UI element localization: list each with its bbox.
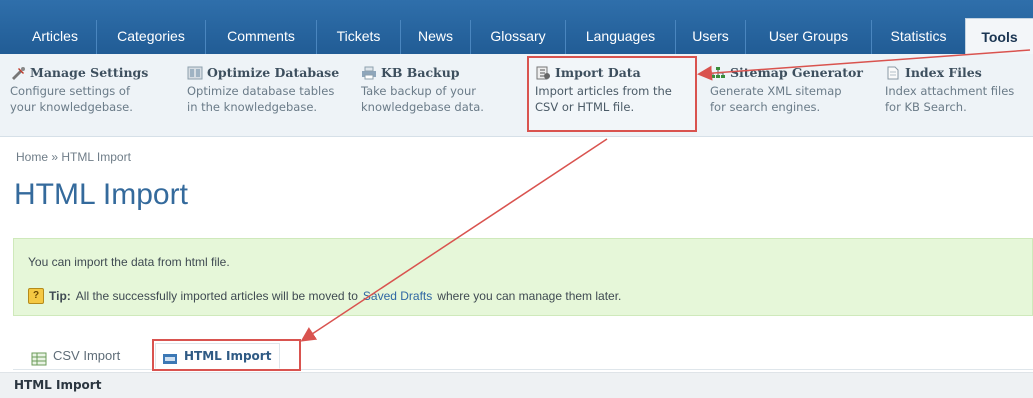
tool-optimize-database[interactable]: Optimize Database Optimize database tabl… xyxy=(187,65,339,115)
tab-statistics[interactable]: Statistics xyxy=(871,20,965,54)
tool-title: Import Data xyxy=(555,65,641,80)
tab-languages[interactable]: Languages xyxy=(565,20,675,54)
tab-news[interactable]: News xyxy=(400,20,470,54)
tool-desc-line2: for KB Search. xyxy=(885,100,967,114)
tool-desc-line1: Index attachment files xyxy=(885,84,1015,98)
sitemap-icon xyxy=(710,66,726,80)
tool-sitemap-generator[interactable]: Sitemap Generator Generate XML sitemap f… xyxy=(710,65,863,115)
breadcrumb[interactable]: Home » HTML Import xyxy=(16,150,131,164)
tools-subbar xyxy=(0,54,1033,137)
file-icon xyxy=(885,66,901,80)
tool-desc-line1: Configure settings of xyxy=(10,84,130,98)
help-icon: ? xyxy=(28,288,44,304)
top-nav: Articles Categories Comments Tickets New… xyxy=(0,0,1033,54)
tab-tickets[interactable]: Tickets xyxy=(316,20,400,54)
html-import-highlight xyxy=(152,339,301,371)
tool-desc-line1: Take backup of your xyxy=(361,84,476,98)
tool-title: KB Backup xyxy=(381,65,460,80)
tool-desc-line1: Import articles from the xyxy=(535,84,672,98)
section-header: HTML Import xyxy=(0,372,1033,398)
tab-csv-import[interactable]: CSV Import xyxy=(25,343,128,369)
page-title: HTML Import xyxy=(14,178,188,211)
tool-desc-line2: in the knowledgebase. xyxy=(187,100,318,114)
tab-articles[interactable]: Articles xyxy=(14,20,96,54)
import-icon xyxy=(535,66,551,80)
tip-text-after: where you can manage them later. xyxy=(437,289,622,303)
tool-desc-line2: knowledgebase data. xyxy=(361,100,484,114)
tab-user-groups[interactable]: User Groups xyxy=(745,20,871,54)
tool-title: Manage Settings xyxy=(30,65,149,80)
tip-line: ? Tip: All the successfully imported art… xyxy=(28,288,621,304)
tip-label: Tip: xyxy=(49,289,71,303)
tool-desc-line2: your knowledgebase. xyxy=(10,100,133,114)
tab-glossary[interactable]: Glossary xyxy=(470,20,565,54)
tool-title: Sitemap Generator xyxy=(730,65,863,80)
tab-categories[interactable]: Categories xyxy=(96,20,205,54)
database-icon xyxy=(187,66,203,80)
tab-users[interactable]: Users xyxy=(675,20,745,54)
tool-desc-line2: for search engines. xyxy=(710,100,821,114)
tip-text: All the successfully imported articles w… xyxy=(75,289,358,303)
tools-icon xyxy=(10,66,26,80)
tool-desc-line1: Optimize database tables xyxy=(187,84,335,98)
tool-manage-settings[interactable]: Manage Settings Configure settings of yo… xyxy=(10,65,148,115)
notice-text: You can import the data from html file. xyxy=(28,255,230,269)
tool-desc-line2: CSV or HTML file. xyxy=(535,100,635,114)
tab-comments[interactable]: Comments xyxy=(205,20,316,54)
tool-desc-line1: Generate XML sitemap xyxy=(710,84,842,98)
tool-kb-backup[interactable]: KB Backup Take backup of your knowledgeb… xyxy=(361,65,484,115)
tool-title: Index Files xyxy=(905,65,982,80)
tab-tools[interactable]: Tools xyxy=(965,18,1033,54)
tool-title: Optimize Database xyxy=(207,65,340,80)
info-notice: You can import the data from html file. … xyxy=(13,238,1033,316)
tab-label: CSV Import xyxy=(53,348,121,363)
printer-icon xyxy=(361,66,377,80)
tool-import-data[interactable]: Import Data Import articles from the CSV… xyxy=(535,65,672,115)
csv-icon xyxy=(31,349,47,366)
saved-drafts-link[interactable]: Saved Drafts xyxy=(363,289,432,303)
section-title: HTML Import xyxy=(14,378,102,392)
tool-index-files[interactable]: Index Files Index attachment files for K… xyxy=(885,65,1014,115)
